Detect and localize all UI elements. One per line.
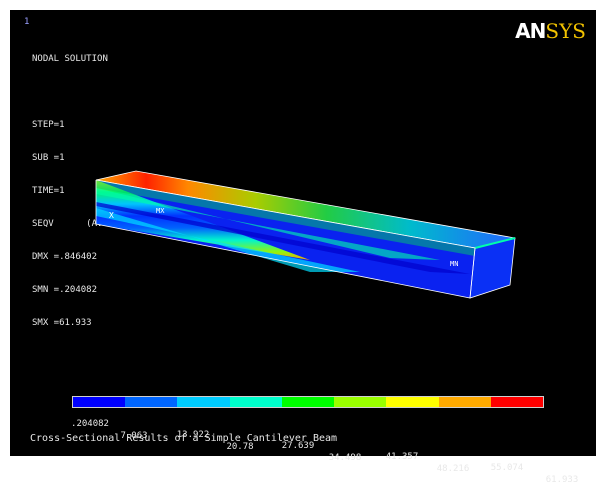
legend-band-3 xyxy=(177,397,230,407)
min-marker: MN xyxy=(450,260,458,268)
legend-bottom-labels: 7.063 20.78 34.498 48.216 61.933 xyxy=(10,420,578,497)
legend-band-4 xyxy=(229,397,282,407)
beam-contour-plot[interactable]: MX MN X xyxy=(10,10,596,456)
legend-band-8 xyxy=(438,397,491,407)
legend-band-2 xyxy=(125,397,178,407)
node-marker: X xyxy=(109,211,114,220)
legend-label: 55.074 xyxy=(490,463,524,473)
contour-legend-bar xyxy=(72,396,544,408)
legend-band-1 xyxy=(73,397,126,407)
max-marker: MX xyxy=(156,207,165,215)
legend-label: 61.933 xyxy=(545,475,579,485)
legend-band-9 xyxy=(490,397,543,407)
legend-label: .204082 xyxy=(71,419,109,429)
legend-label: 41.357 xyxy=(385,452,419,462)
legend-band-7 xyxy=(386,397,439,407)
legend-band-6 xyxy=(334,397,387,407)
plot-caption: Cross-Sectional Results of a Simple Cant… xyxy=(30,433,338,444)
legend-label: 48.216 xyxy=(436,464,470,474)
legend-band-5 xyxy=(281,397,335,407)
graphics-window[interactable]: 1 NODAL SOLUTION STEP=1 SUB =1 TIME=1 SE… xyxy=(10,10,596,485)
legend-label: 34.498 xyxy=(328,453,362,463)
